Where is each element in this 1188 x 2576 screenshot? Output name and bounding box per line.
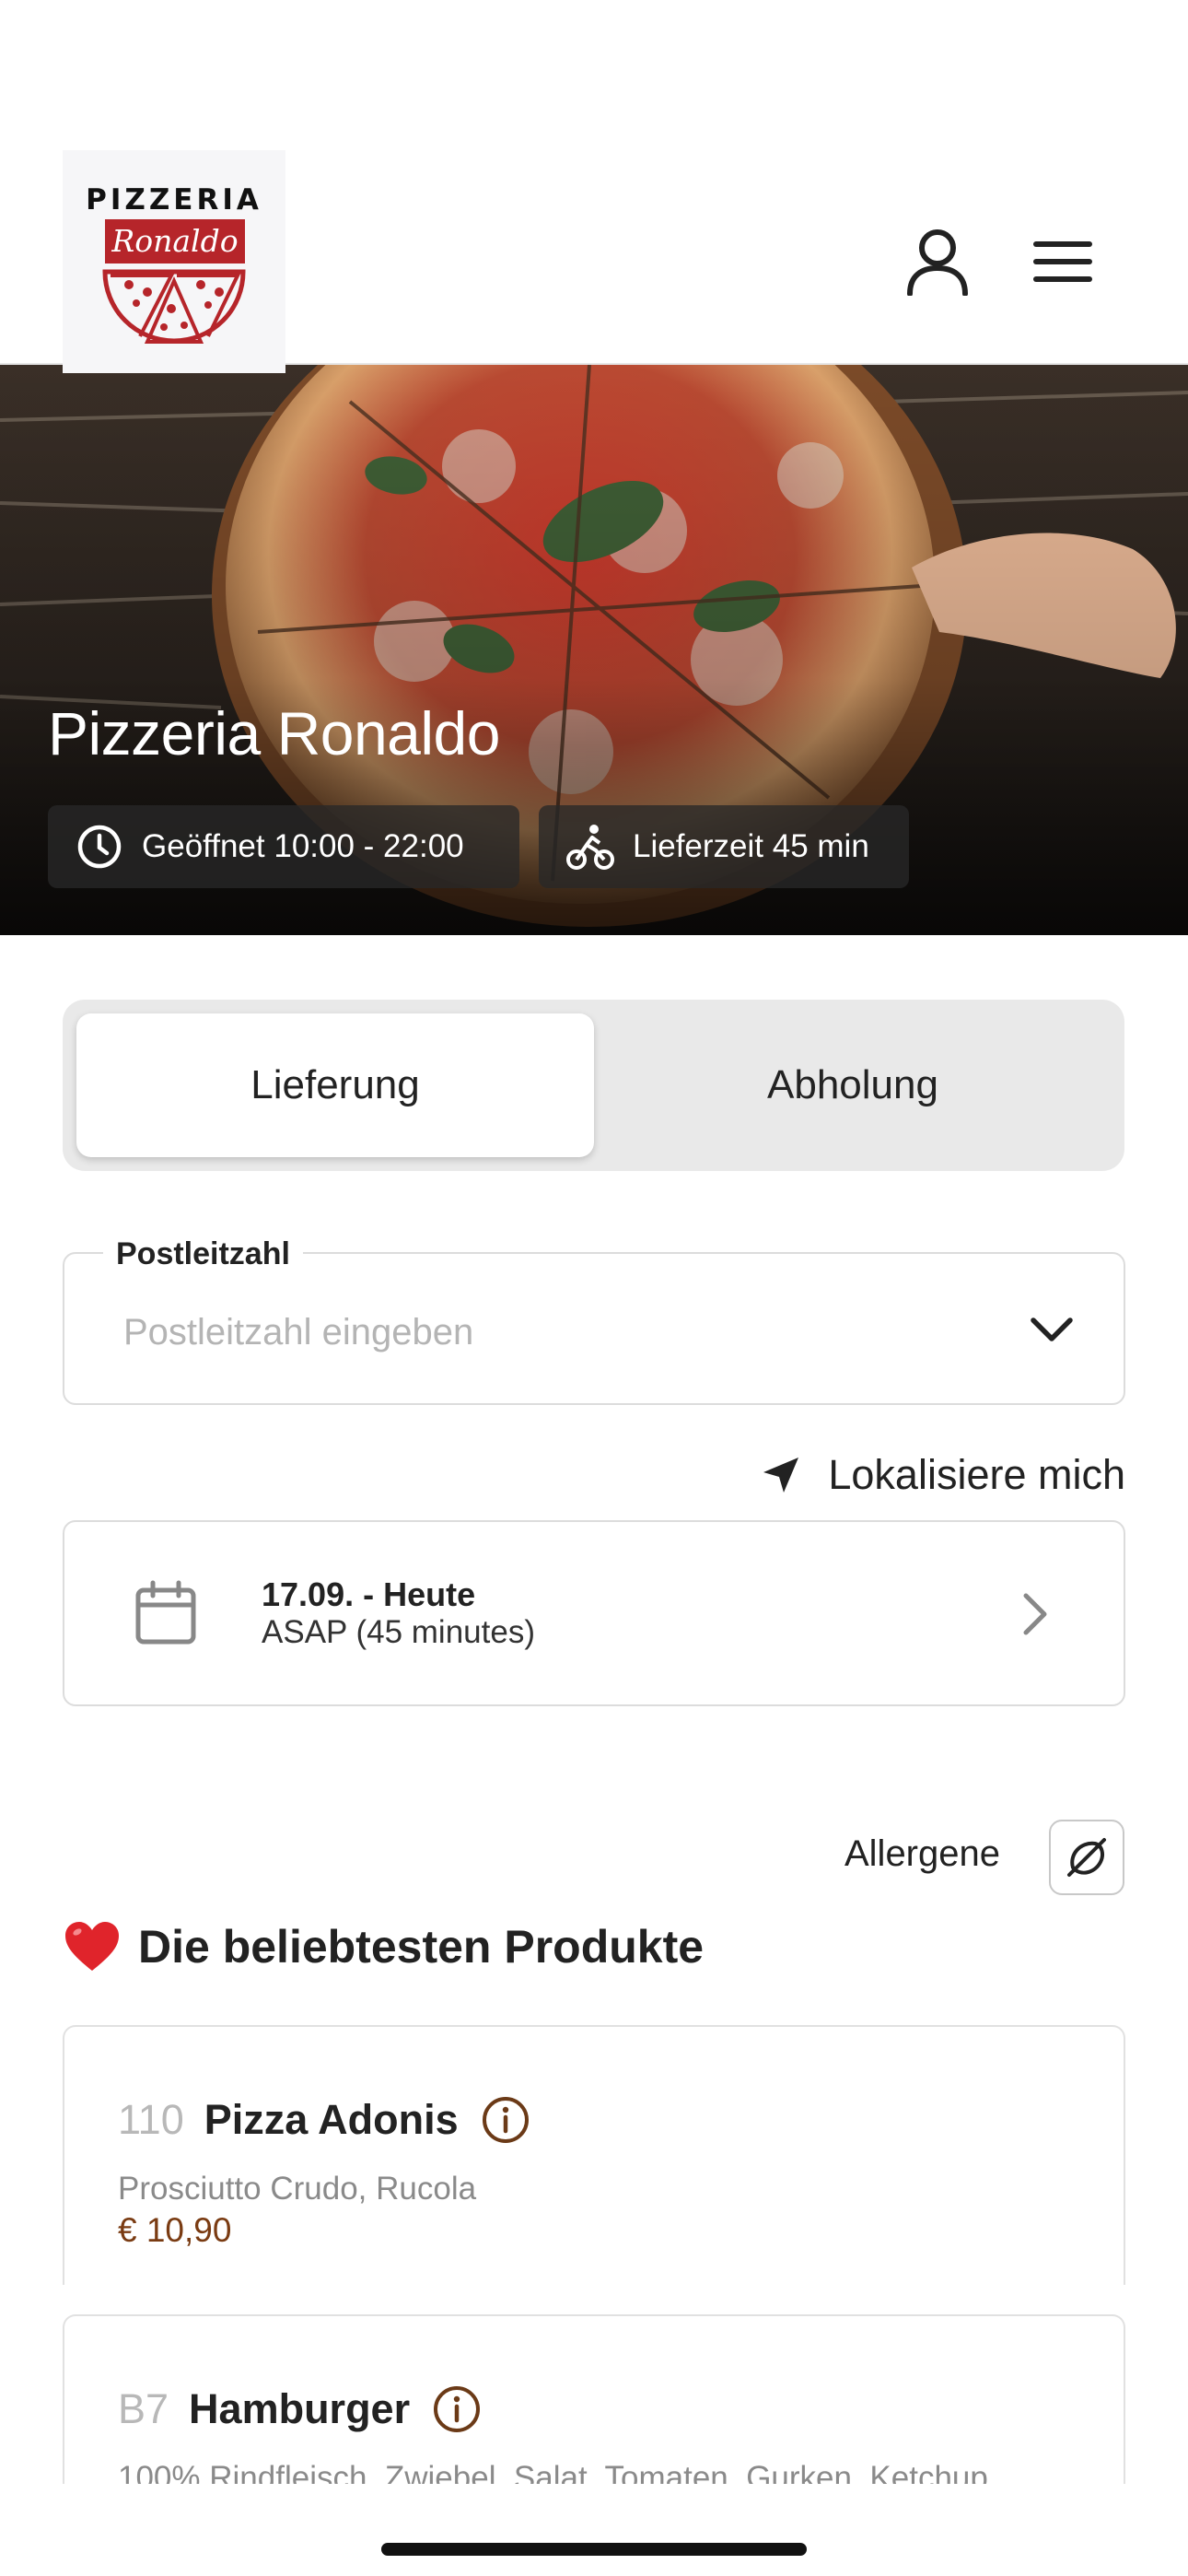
locate-me-button[interactable]: Lokalisiere mich (753, 1442, 1125, 1508)
product-description: Prosciutto Crudo, Rucola (118, 2171, 477, 2207)
schedule-time: ASAP (45 minutes) (262, 1614, 535, 1650)
opening-hours-badge: Geöffnet 10:00 - 22:00 (48, 805, 519, 888)
product-number: 110 (118, 2096, 184, 2143)
chevron-down-icon[interactable] (1022, 1300, 1081, 1359)
info-icon[interactable] (432, 2384, 482, 2434)
postcode-select[interactable] (63, 1252, 1125, 1405)
location-arrow-icon (763, 1458, 799, 1493)
tab-delivery[interactable]: Lieferung (76, 1013, 594, 1157)
product-number: B7 (118, 2385, 169, 2432)
product-name: Pizza Adonis (204, 2096, 459, 2143)
info-icon[interactable] (481, 2095, 530, 2145)
hamburger-menu-icon (1033, 241, 1092, 282)
menu-button[interactable] (1020, 219, 1105, 304)
popular-products-heading: Die beliebtesten Produkte (63, 1914, 704, 1979)
product-card[interactable]: 110 Pizza Adonis Prosciutto Crudo, Rucol… (63, 2025, 1125, 2285)
calendar-icon (135, 1580, 196, 1645)
product-price: € 10,90 (118, 2211, 232, 2249)
opening-hours-text: Geöffnet 10:00 - 22:00 (142, 828, 464, 864)
product-card[interactable]: B7 Hamburger 100% Rindfleisch, Zwiebel, … (63, 2314, 1125, 2484)
heart-icon (65, 1922, 119, 1971)
delivery-schedule-selector[interactable]: 17.09. - Heute ASAP (45 minutes) (63, 1520, 1125, 1706)
delivery-time-text: Lieferzeit 45 min (633, 828, 869, 864)
allergens-label: Allergene (844, 1833, 1000, 1874)
user-icon (907, 229, 968, 296)
clock-icon (76, 823, 123, 871)
locate-me-label: Lokalisiere mich (828, 1451, 1125, 1498)
postcode-label: Postleitzahl (103, 1236, 303, 1272)
logo-top-text: PIZZERIA (86, 183, 262, 217)
card-separator (0, 2285, 1188, 2314)
restaurant-logo[interactable]: PIZZERIA Ronaldo (63, 150, 285, 373)
order-mode-toggle: Lieferung Abholung (63, 1000, 1124, 1171)
popular-products-title: Die beliebtesten Produkte (138, 1921, 705, 1973)
product-header: B7 Hamburger (118, 2384, 482, 2434)
restaurant-name: Pizzeria Ronaldo (48, 699, 500, 767)
account-button[interactable] (895, 219, 980, 304)
schedule-date: 17.09. - Heute (262, 1575, 476, 1613)
product-header: 110 Pizza Adonis (118, 2095, 530, 2145)
tab-pickup[interactable]: Abholung (594, 1013, 1112, 1157)
bottom-safe-area (0, 2484, 1188, 2576)
chevron-right-icon (1023, 1593, 1047, 1635)
pizza-slices-icon (102, 269, 246, 344)
bicycle-courier-icon (566, 823, 614, 871)
delivery-time-badge: Lieferzeit 45 min (539, 805, 909, 888)
hero-banner: Pizzeria Ronaldo Geöffnet 10:00 - 22:00 … (0, 365, 1188, 935)
allergens-filter-button[interactable] (1049, 1820, 1124, 1895)
page: PIZZERIA Ronaldo Pizzeria Ronaldo Geöffn… (0, 0, 1188, 2576)
product-description: 100% Rindfleisch, Zwiebel, Salat, Tomate… (118, 2460, 988, 2484)
logo-script-text: Ronaldo (105, 219, 245, 263)
allergen-filter-icon (1067, 1838, 1106, 1877)
home-indicator[interactable] (381, 2543, 807, 2556)
product-name: Hamburger (189, 2385, 411, 2432)
postcode-input[interactable] (123, 1305, 998, 1360)
